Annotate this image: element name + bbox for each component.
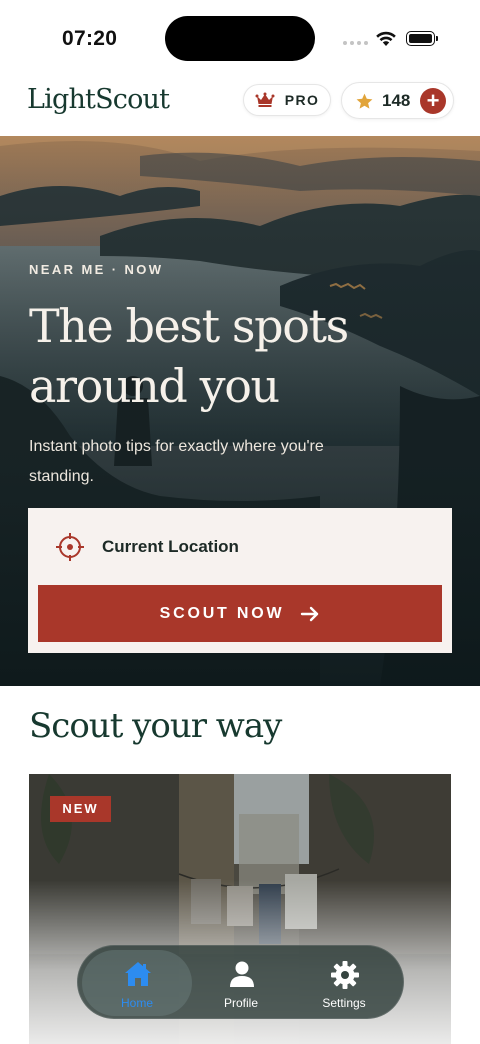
status-bar: 07:20: [0, 0, 480, 78]
location-selector[interactable]: Current Location: [28, 508, 452, 584]
location-label: Current Location: [102, 537, 239, 556]
home-icon: [125, 962, 151, 986]
pro-label: PRO: [284, 92, 320, 108]
dynamic-island: [165, 16, 315, 61]
hero-section: NEAR ME · NOW The best spots around you …: [0, 136, 480, 686]
scout-now-button[interactable]: SCOUT NOW: [38, 585, 442, 642]
person-icon: [230, 961, 254, 987]
add-credits-button[interactable]: +: [420, 88, 446, 114]
tab-home-label: Home: [120, 996, 153, 1010]
location-card: Current Location SCOUT NOW: [28, 508, 452, 653]
hero-kicker: NEAR ME · NOW: [29, 262, 164, 277]
tab-home[interactable]: Home: [82, 950, 192, 1016]
battery-icon: [406, 31, 435, 46]
new-badge: NEW: [50, 796, 111, 822]
scout-now-label: SCOUT NOW: [159, 604, 285, 622]
crosshair-icon: [56, 533, 84, 561]
app-header: LightScout PRO 148 +: [0, 78, 480, 136]
pro-button[interactable]: PRO: [243, 84, 331, 116]
wifi-icon: [376, 31, 396, 46]
tab-profile-label: Profile: [223, 996, 258, 1010]
brand-logo[interactable]: LightScout: [27, 84, 170, 115]
hero-title: The best spots around you: [29, 299, 349, 413]
crown-icon: [255, 92, 275, 107]
status-time: 07:20: [62, 27, 118, 50]
credits-count: 148: [382, 91, 411, 110]
section-title: Scout your way: [29, 706, 282, 746]
tab-settings-label: Settings: [322, 996, 366, 1010]
hero-subtitle: Instant photo tips for exactly where you…: [29, 438, 324, 485]
tab-settings[interactable]: Settings: [289, 950, 399, 1016]
credits-pill[interactable]: 148 +: [341, 82, 454, 119]
arrow-right-icon: [301, 606, 319, 621]
cellular-signal-icon: [343, 41, 368, 45]
tab-profile[interactable]: Profile: [186, 950, 296, 1016]
tab-bar: Home Profile Settings: [77, 945, 404, 1019]
gear-icon: [331, 961, 359, 989]
star-icon: [356, 93, 373, 109]
